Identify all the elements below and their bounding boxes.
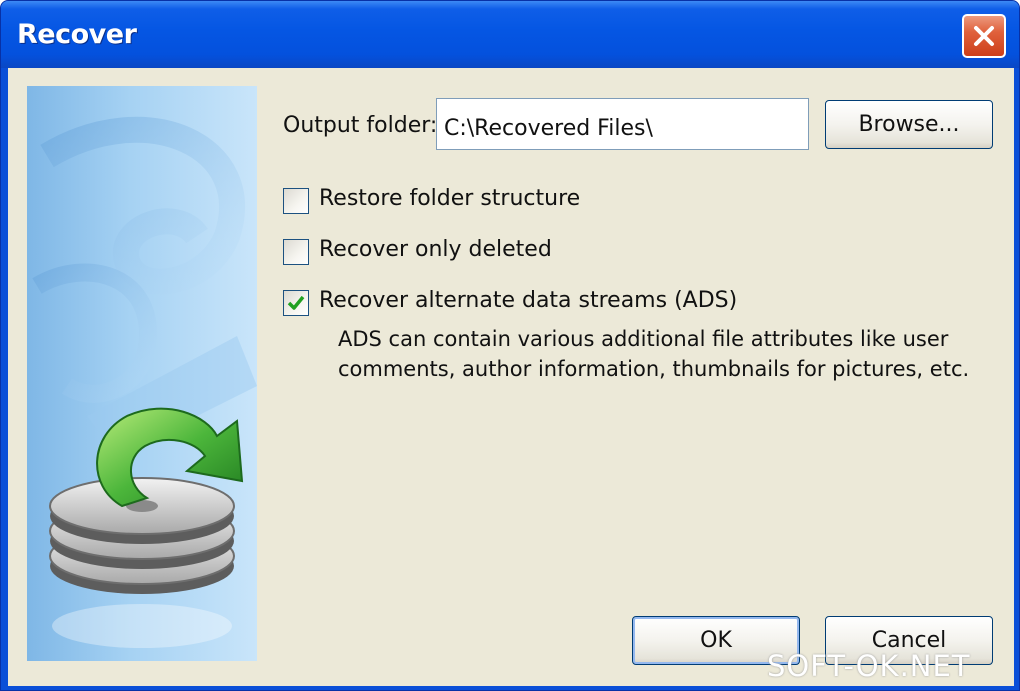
output-folder-input[interactable] [436, 98, 809, 150]
restore-folder-structure-label[interactable]: Restore folder structure [319, 186, 580, 211]
output-folder-label: Output folder: [283, 113, 438, 138]
side-banner [27, 86, 257, 661]
recover-only-deleted-label[interactable]: Recover only deleted [319, 237, 552, 262]
window-title: Recover [17, 19, 137, 50]
ok-button-label: OK [700, 628, 732, 653]
restore-folder-structure-checkbox[interactable] [283, 188, 309, 214]
ads-description-line-1: ADS can contain various additional file … [338, 327, 949, 351]
watermark-text: SOFT-OK.NET [767, 649, 971, 683]
recover-ads-label[interactable]: Recover alternate data streams (ADS) [319, 288, 737, 313]
dialog-body: Output folder: Browse... Restore folder … [8, 68, 1014, 686]
recover-disks-icon [32, 116, 257, 648]
browse-button[interactable]: Browse... [825, 100, 993, 149]
recover-dialog: Recover Output folder: C:\Recovered File… [0, 0, 1020, 691]
check-mark-icon [287, 295, 305, 310]
close-button[interactable] [962, 14, 1006, 58]
browse-button-label: Browse... [858, 112, 960, 137]
recover-only-deleted-checkbox[interactable] [283, 239, 309, 265]
close-icon [974, 26, 994, 46]
ads-description-line-2: comments, author information, thumbnails… [338, 357, 970, 381]
title-bar[interactable]: Recover [1, 1, 1019, 68]
recover-ads-checkbox[interactable] [283, 290, 309, 316]
